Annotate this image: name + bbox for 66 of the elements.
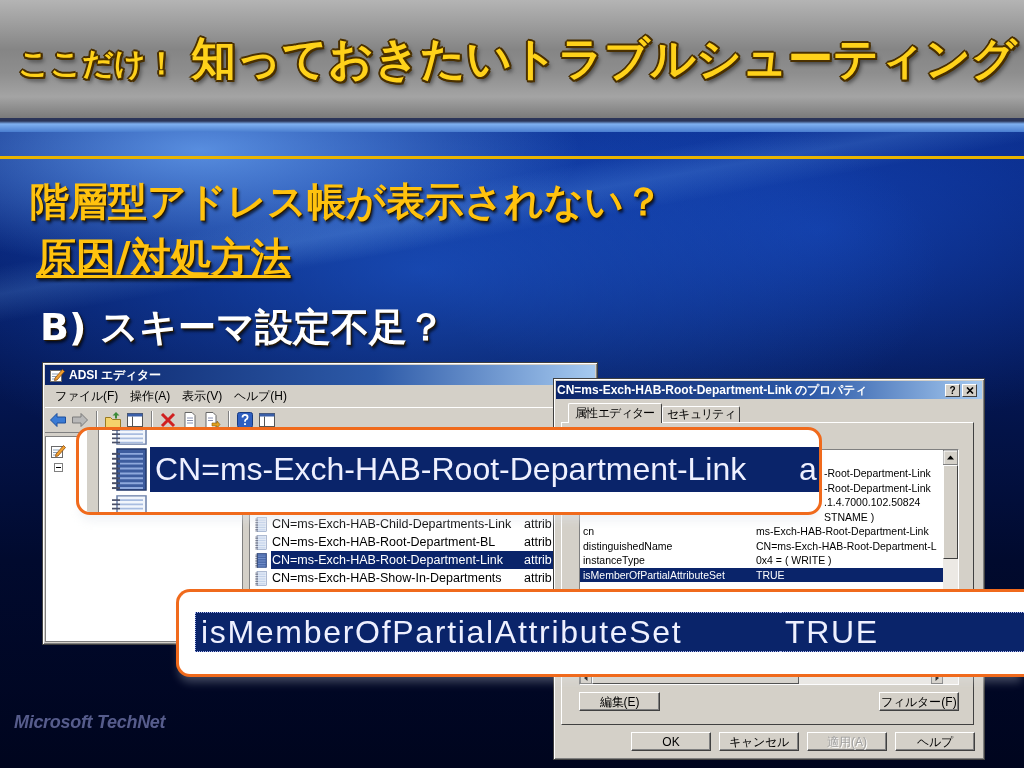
arrow-left-icon[interactable] [49, 411, 67, 429]
dialog-button[interactable]: OK [631, 732, 711, 751]
heading: 階層型アドレス帳が表示されない？ [30, 179, 663, 225]
notebook-icon [255, 516, 267, 532]
subheading: 原因/対処方法 [36, 233, 291, 281]
dialog-title: CN=ms-Exch-HAB-Root-Department-Link のプロパティ [557, 381, 869, 399]
attribute-value[interactable]: -Root-Department-Link [823, 480, 943, 495]
window-title: ADSI エディター [69, 366, 161, 384]
notepad-pencil-icon[interactable] [49, 443, 67, 459]
notebook-icon [111, 495, 147, 512]
close-button[interactable] [962, 383, 977, 397]
attribute-value[interactable]: CN=ms-Exch-HAB-Root-Department-L [755, 538, 943, 553]
menu-item[interactable]: ファイル(F) [49, 385, 125, 407]
menu-item[interactable]: ヘルプ(H) [228, 385, 293, 407]
list-item-type[interactable]: attrib [523, 551, 553, 569]
document-icon[interactable] [181, 411, 199, 429]
attribute-name[interactable]: isMemberOfPartialAttributeSet [580, 567, 755, 582]
document-arrow-icon[interactable] [203, 411, 221, 429]
notepad-pencil-icon [49, 367, 65, 383]
logo-text: Microsoft TechNet [14, 712, 166, 733]
arrow-up-icon[interactable] [943, 450, 958, 465]
attribute-value[interactable]: .1.4.7000.102.50824 [823, 495, 943, 510]
attribute-value[interactable]: -Root-Department-Link [823, 466, 943, 481]
attribute-value[interactable]: 0x4 = ( WRITE ) [755, 553, 943, 568]
attribute-value[interactable]: STNAME ) [823, 509, 943, 524]
list-item-type[interactable]: attrib [523, 569, 553, 587]
help-button[interactable]: ? [945, 383, 960, 397]
menu-item[interactable]: 操作(A) [124, 385, 177, 407]
zoomed-attribute-value: TRUE [780, 612, 1024, 652]
dialog-button[interactable]: ヘルプ [895, 732, 975, 751]
minus-box-icon[interactable] [54, 463, 63, 472]
notebook-icon [255, 552, 267, 568]
arrow-left-icon[interactable] [580, 677, 592, 684]
tab[interactable]: 属性エディター [568, 403, 662, 423]
attribute-name[interactable]: cn [580, 524, 755, 539]
list-item-name[interactable]: CN=ms-Exch-HAB-Root-Department-BL [271, 533, 523, 551]
edit-button[interactable]: 編集(E) [579, 692, 660, 711]
attribute-name[interactable]: distinguishedName [580, 538, 755, 553]
zoomed-item-type: a [795, 447, 819, 492]
slide-title-prefix: ここだけ！ [18, 44, 177, 83]
attribute-value[interactable]: ms-Exch-HAB-Root-Department-Link [755, 524, 943, 539]
notebook-icon [255, 534, 267, 550]
zoomed-attribute-name: isMemberOfPartialAttributeSet [195, 612, 780, 652]
notebook-icon [111, 430, 147, 445]
attribute-value[interactable]: TRUE [755, 567, 943, 582]
list-item-name[interactable]: CN=ms-Exch-HAB-Child-Departments-Link [271, 515, 523, 533]
notebook-icon [111, 448, 147, 491]
window-pane-icon[interactable] [258, 411, 276, 429]
arrow-right-icon[interactable] [931, 677, 943, 684]
menu-item[interactable]: 表示(V) [176, 385, 229, 407]
list-item-name[interactable]: CN=ms-Exch-HAB-Root-Department-Link [271, 551, 523, 569]
list-item-type[interactable]: attrib [523, 533, 553, 551]
zoomed-item-name: CN=ms-Exch-HAB-Root-Department-Link [150, 447, 795, 492]
list-item-name[interactable]: CN=ms-Exch-HAB-Show-In-Departments [271, 569, 523, 587]
notebook-icon [255, 570, 267, 586]
close-icon [965, 386, 974, 394]
slide-title: 知っておきたいトラブルシューティング [191, 31, 1017, 87]
point-heading: B) スキーマ設定不足？ [40, 304, 445, 350]
tab[interactable]: セキュリティ [661, 406, 741, 422]
filter-button[interactable]: フィルター(F) [879, 692, 959, 711]
attribute-name[interactable]: instanceType [580, 553, 755, 568]
list-item-type[interactable]: attrib [523, 515, 553, 533]
cross-icon[interactable] [159, 411, 177, 429]
help-icon[interactable] [236, 411, 254, 429]
window-pane-icon[interactable] [126, 411, 144, 429]
dialog-button[interactable]: キャンセル [719, 732, 799, 751]
